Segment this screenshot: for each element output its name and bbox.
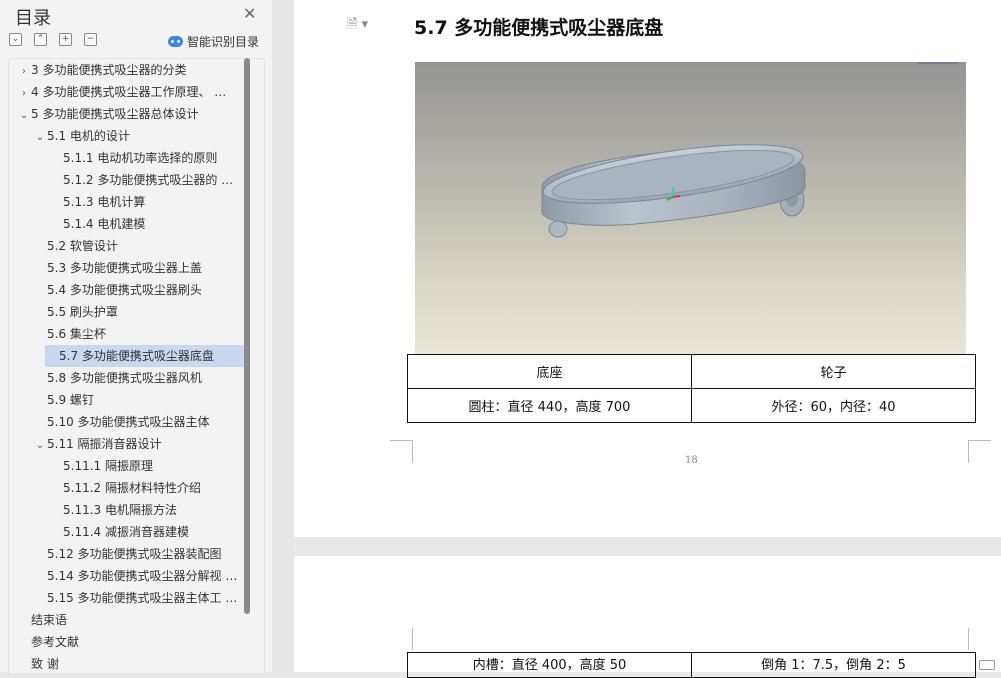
document-page: 🗎 ▾ 5.7 多功能便携式吸尘器底盘 底座 轮子 圆柱：直径 440，高度 7…	[294, 0, 1001, 537]
spec-table: 底座 轮子 圆柱：直径 440，高度 700 外径：60，内径：40	[407, 354, 976, 423]
chevron-down-icon[interactable]: ⌄	[33, 127, 47, 149]
page-margin-strip	[272, 0, 294, 672]
toc-item-label: 结束语	[31, 613, 68, 627]
toc-item-label: 5.4 多功能便携式吸尘器刷头	[47, 283, 202, 297]
toc-item-label: 5.1.3 电机计算	[63, 195, 146, 209]
toc-item[interactable]: 5.1.3 电机计算	[9, 191, 245, 213]
toc-item[interactable]: 5.10 多功能便携式吸尘器主体	[9, 411, 245, 433]
toc-item[interactable]: 5.1.4 电机建模	[9, 213, 245, 235]
toc-item[interactable]: 5.8 多功能便携式吸尘器风机	[9, 367, 245, 389]
toc-item-label: 5.5 刷头护罩	[47, 305, 118, 319]
toc-item-label: 5.11.1 隔振原理	[63, 459, 153, 473]
toc-item-label: 参考文献	[31, 635, 80, 649]
toc-item-label: 5.11.2 隔振材料特性介绍	[63, 481, 201, 495]
toc-item[interactable]: 5.2 软管设计	[9, 235, 245, 257]
toc-toolbar: ⌄ ⌃ + −	[9, 33, 97, 46]
toc-item[interactable]: 结束语	[9, 609, 245, 631]
chevron-down-icon[interactable]: ⌄	[33, 435, 47, 457]
crop-mark	[968, 628, 991, 650]
toc-item[interactable]: ⌄ 5.1 电机的设计	[9, 125, 245, 147]
close-icon[interactable]: ✕	[243, 4, 256, 23]
toc-item-label: 5.8 多功能便携式吸尘器风机	[47, 371, 202, 385]
toc-item[interactable]: 5.11.2 隔振材料特性介绍	[9, 477, 245, 499]
toc-item[interactable]: 5.5 刷头护罩	[9, 301, 245, 323]
toc-item[interactable]: › 3 多功能便携式吸尘器的分类	[9, 59, 245, 81]
toc-item-label: 5.1.4 电机建模	[63, 217, 146, 231]
table-row: 内槽：直径 400，高度 50 倒角 1：7.5，倒角 2：5	[407, 652, 976, 678]
toc-item[interactable]: 5.1.1 电动机功率选择的原则	[9, 147, 245, 169]
page-number: 18	[685, 455, 698, 466]
view-mode-icon[interactable]	[979, 660, 995, 670]
spec-table-continued: 内槽：直径 400，高度 50 倒角 1：7.5，倒角 2：5	[407, 652, 976, 678]
chevron-right-icon[interactable]: ›	[17, 83, 31, 105]
toc-item[interactable]: 5.3 多功能便携式吸尘器上盖	[9, 257, 245, 279]
toc-item-label: 5.12 多功能便携式吸尘器装配图	[47, 547, 222, 561]
toc-item-label: 5.11.3 电机隔振方法	[63, 503, 177, 517]
table-cell: 圆柱：直径 440，高度 700	[407, 388, 692, 423]
toc-item-label: 5.2 软管设计	[47, 239, 118, 253]
toc-item-label: 5.15 多功能便携式吸尘器主体工 …	[47, 591, 238, 605]
toc-item[interactable]: 致 谢	[9, 653, 245, 673]
toc-item-label: 5.7 多功能便携式吸尘器底盘	[59, 349, 214, 363]
toc-list: › 3 多功能便携式吸尘器的分类 › 4 多功能便携式吸尘器工作原理、 … ⌄ 5 多功能…	[8, 58, 265, 673]
ai-icon	[168, 36, 183, 47]
toc-item-label: 5.1.2 多功能便携式吸尘器的 …	[63, 173, 234, 187]
toc-item[interactable]: 5.12 多功能便携式吸尘器装配图	[9, 543, 245, 565]
table-cell: 内槽：直径 400，高度 50	[407, 652, 692, 678]
toc-item[interactable]: 5.11.1 隔振原理	[9, 455, 245, 477]
toc-item-label: 5.9 螺钉	[47, 393, 94, 407]
crop-mark	[390, 440, 413, 463]
toc-item[interactable]: 5.6 集尘杯	[9, 323, 245, 345]
toc-item[interactable]: ⌄ 5.11 隔振消音器设计	[9, 433, 245, 455]
toc-scrollbar[interactable]	[244, 58, 250, 614]
sidebar-title: 目录	[15, 8, 51, 29]
toc-item[interactable]: 5.14 多功能便携式吸尘器分解视 …	[9, 565, 245, 587]
toc-item[interactable]: 5.1.2 多功能便携式吸尘器的 …	[9, 169, 245, 191]
document-page-next: 内槽：直径 400，高度 50 倒角 1：7.5，倒角 2：5	[294, 556, 1001, 678]
toc-item[interactable]: 参考文献	[9, 631, 245, 653]
toc-item[interactable]: 5.15 多功能便携式吸尘器主体工 …	[9, 587, 245, 609]
toc-item[interactable]: 5.9 螺钉	[9, 389, 245, 411]
chassis-model-render	[541, 144, 806, 238]
table-cell: 外径：60，内径：40	[691, 388, 976, 423]
toc-item-label: 3 多功能便携式吸尘器的分类	[31, 63, 187, 77]
chevron-down-icon[interactable]: ⌄	[17, 105, 31, 127]
toc-item[interactable]: 5.7 多功能便携式吸尘器底盘	[45, 345, 245, 367]
remove-heading-button[interactable]: −	[84, 33, 97, 46]
toc-item[interactable]: › 4 多功能便携式吸尘器工作原理、 …	[9, 81, 245, 103]
table-cell: 倒角 1：7.5，倒角 2：5	[691, 652, 976, 678]
crop-mark	[968, 440, 991, 463]
toc-item-label: 5.11.4 减振消音器建模	[63, 525, 189, 539]
toc-item-label: 5 多功能便携式吸尘器总体设计	[31, 107, 199, 121]
toc-item-label: 5.3 多功能便携式吸尘器上盖	[47, 261, 202, 275]
toc-item[interactable]: 5.11.4 减振消音器建模	[9, 521, 245, 543]
expand-all-button[interactable]: ⌄	[9, 33, 22, 46]
smart-toc-button[interactable]: 智能识别目录	[168, 33, 259, 50]
toc-item-label: 致 谢	[31, 657, 59, 671]
add-heading-button[interactable]: +	[59, 33, 72, 46]
paragraph-menu-icon[interactable]: 🗎 ▾	[347, 15, 368, 37]
smart-toc-label: 智能识别目录	[187, 35, 260, 49]
toc-item[interactable]: ⌄ 5 多功能便携式吸尘器总体设计	[9, 103, 245, 125]
chassis-3d-figure	[415, 62, 966, 354]
toc-item-label: 4 多功能便携式吸尘器工作原理、 …	[31, 85, 227, 99]
toc-item-label: 5.11 隔振消音器设计	[47, 437, 162, 451]
chevron-right-icon[interactable]: ›	[17, 61, 31, 83]
table-row: 圆柱：直径 440，高度 700 外径：60，内径：40	[407, 388, 976, 423]
toc-item-label: 5.10 多功能便携式吸尘器主体	[47, 415, 210, 429]
toc-sidebar: 目录 ✕ ⌄ ⌃ + − 智能识别目录 › 3 多功能便携式吸尘器的分类 › 4 多功…	[0, 0, 272, 673]
section-heading: 5.7 多功能便携式吸尘器底盘	[414, 17, 664, 39]
figure-corner-mark	[918, 62, 958, 68]
toc-item-label: 5.1 电机的设计	[47, 129, 130, 143]
toc-item-label: 5.6 集尘杯	[47, 327, 106, 341]
table-row: 底座 轮子	[407, 354, 976, 389]
toc-item-label: 5.1.1 电动机功率选择的原则	[63, 151, 218, 165]
crop-mark	[390, 628, 413, 650]
table-header-cell: 轮子	[691, 354, 976, 389]
toc-item[interactable]: 5.11.3 电机隔振方法	[9, 499, 245, 521]
collapse-all-button[interactable]: ⌃	[34, 33, 47, 46]
toc-item[interactable]: 5.4 多功能便携式吸尘器刷头	[9, 279, 245, 301]
toc-item-label: 5.14 多功能便携式吸尘器分解视 …	[47, 569, 238, 583]
table-header-cell: 底座	[407, 354, 692, 389]
